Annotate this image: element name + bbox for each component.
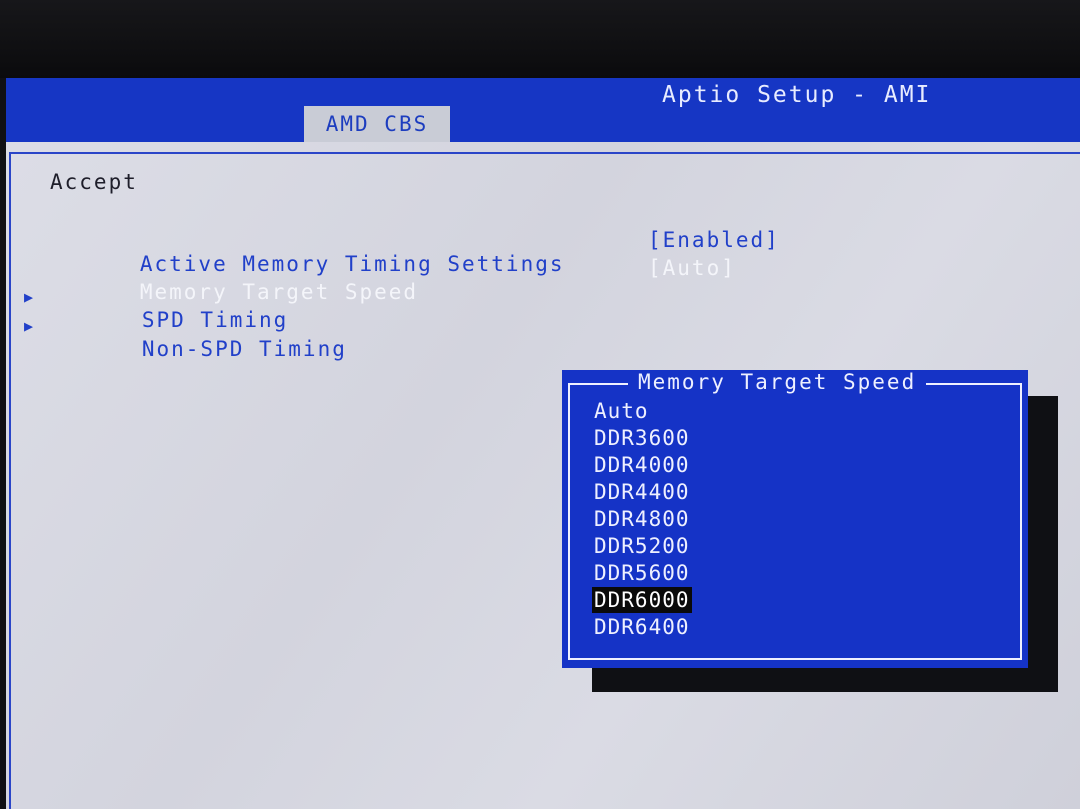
accept-label: Accept	[50, 170, 138, 194]
submenu-non-spd-timing[interactable]: Non-SPD Timing	[54, 313, 347, 385]
setting-value-memory-target-speed[interactable]: [Auto]	[648, 256, 736, 280]
app-title: Aptio Setup - AMI	[662, 82, 932, 108]
option-ddr6000-selected[interactable]: DDR6000	[592, 587, 692, 613]
option-ddr6400[interactable]: DDR6400	[592, 614, 692, 640]
header-bar: Aptio Setup - AMI AMD CBS	[6, 78, 1080, 142]
monitor-bezel-top	[0, 0, 1080, 78]
popup-title: Memory Target Speed	[628, 370, 927, 394]
option-ddr4800[interactable]: DDR4800	[592, 506, 692, 532]
tab-amd-cbs[interactable]: AMD CBS	[304, 106, 450, 142]
option-ddr5200[interactable]: DDR5200	[592, 533, 692, 559]
option-auto[interactable]: Auto	[592, 398, 651, 424]
option-ddr4000[interactable]: DDR4000	[592, 452, 692, 478]
submenu-label: Non-SPD Timing	[141, 337, 347, 361]
bios-screen: Aptio Setup - AMI AMD CBS Accept Active …	[6, 78, 1080, 809]
memory-speed-popup: Memory Target Speed Auto DDR3600 DDR4000…	[562, 370, 1028, 668]
submenu-arrow-icon: ▶	[24, 288, 34, 306]
setting-value-active-memory-timing[interactable]: [Enabled]	[648, 228, 780, 252]
option-ddr4400[interactable]: DDR4400	[592, 479, 692, 505]
submenu-arrow-icon: ▶	[24, 317, 34, 335]
option-ddr5600[interactable]: DDR5600	[592, 560, 692, 586]
option-ddr3600[interactable]: DDR3600	[592, 425, 692, 451]
